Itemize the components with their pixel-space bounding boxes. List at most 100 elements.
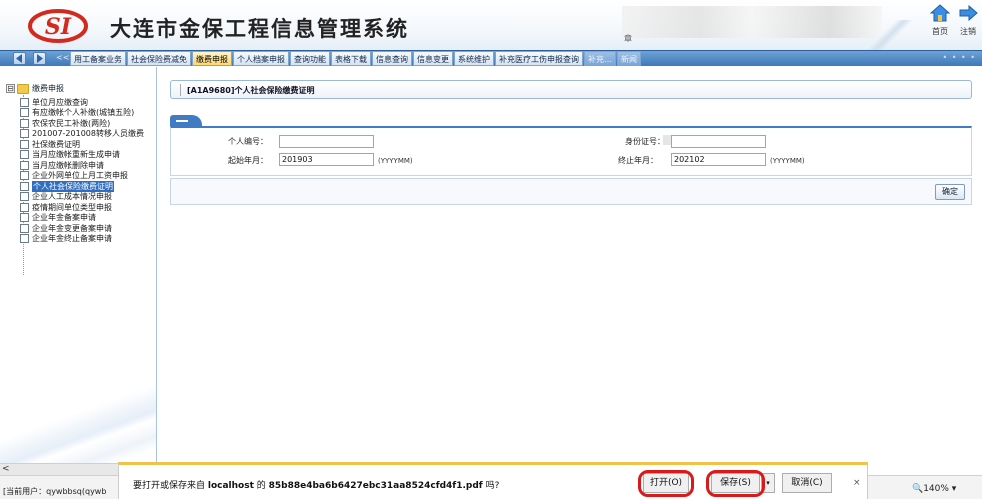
folder-icon: [17, 83, 29, 94]
sidebar-decoration: [0, 343, 156, 463]
start-month-format-hint: (YYYYMM): [378, 157, 413, 165]
nav-tab[interactable]: 社会保险费减免: [127, 51, 191, 66]
sidebar-tree-item-label: 企业年金备案申请: [32, 213, 96, 223]
form-panel-tab[interactable]: [170, 115, 202, 126]
sidebar-tree-item[interactable]: 201007-201008转移人员缴费: [20, 129, 156, 140]
cancel-button[interactable]: 取消(C): [782, 473, 832, 493]
sidebar-tree-item-label: 企业外网单位上月工资申报: [32, 171, 128, 181]
sidebar-tree-item-label: 农保农民工补缴(两险): [32, 118, 111, 128]
nav-tab[interactable]: 表格下载: [331, 51, 371, 66]
sidebar-tree-item-label: 201007-201008转移人员缴费: [32, 129, 144, 139]
header: SI 大连市金保工程信息管理系统 章 首页 注销: [0, 0, 982, 50]
document-icon: [20, 139, 29, 149]
download-message: 要打开或保存来自 localhost 的 85b88e4ba6b6427ebc3…: [133, 478, 499, 491]
personal-no-label: 个人编号：: [228, 137, 268, 146]
current-user-text: [当前用户：qywbbsq(qywb: [3, 487, 107, 496]
end-month-format-hint: (YYYYMM): [770, 157, 805, 165]
sidebar-tree-item[interactable]: 企业年金终止备案申请: [20, 234, 156, 245]
logout-button[interactable]: 注销: [954, 4, 982, 37]
nav-tab[interactable]: 个人档案申报: [233, 51, 289, 66]
close-icon[interactable]: ×: [853, 478, 861, 488]
sidebar-tree-item[interactable]: 当月应缴帐重新生成申请: [20, 150, 156, 161]
nav-tab[interactable]: 补充…: [584, 51, 616, 66]
start-month-input[interactable]: 201903: [279, 153, 374, 166]
download-notification-bar: 要打开或保存来自 localhost 的 85b88e4ba6b6427ebc3…: [118, 462, 868, 499]
nav-tab[interactable]: 系统维护: [454, 51, 494, 66]
logout-arrow-icon: [959, 4, 978, 22]
download-message-middle: 的: [253, 481, 269, 491]
sidebar-tree-item[interactable]: 有应缴帐个人补缴(城镇五险): [20, 108, 156, 119]
tree-root-node[interactable]: ⊟ 缴费申报: [6, 83, 64, 94]
title-divider: [180, 84, 181, 96]
arrow-left-icon: [16, 54, 22, 63]
nav-tab[interactable]: 补充医疗工伤申报查询: [495, 51, 583, 66]
collapse-toggle-icon[interactable]: ⊟: [6, 84, 15, 93]
main-content: [A1A9680]个人社会保险缴费证明 个人编号： 身份证号： 起始年月： 20…: [165, 67, 982, 463]
csi-logo: SI: [28, 9, 88, 43]
sidebar-tree-item-label: 企业人工成本情况申报: [32, 192, 112, 202]
document-icon: [20, 213, 29, 223]
nav-tab[interactable]: 信息查询: [372, 51, 412, 66]
document-icon: [20, 108, 29, 118]
sidebar-tree-item[interactable]: 企业年金备案申请: [20, 213, 156, 224]
document-icon: [20, 118, 29, 128]
sidebar-tree-item[interactable]: 疫情期间单位类型申报: [20, 202, 156, 213]
open-button[interactable]: 打开(O): [643, 473, 689, 493]
save-button[interactable]: 保存(S): [711, 473, 760, 493]
sidebar-tree-item[interactable]: 个人社会保险缴费证明: [20, 181, 156, 192]
document-icon: [20, 223, 29, 233]
button-bar: 确定: [170, 178, 972, 205]
sidebar-tree-item-label: 疫情期间单位类型申报: [32, 202, 112, 212]
sidebar-tree-item[interactable]: 社保缴费证明: [20, 139, 156, 150]
app-window: SI 大连市金保工程信息管理系统 章 首页 注销 <<| 用工备案业务 社会保险…: [0, 0, 982, 499]
sidebar-tree-item-label: 企业年金变更备案申请: [32, 223, 112, 233]
sidebar-tree-item-label: 个人社会保险缴费证明: [32, 181, 114, 192]
sidebar-tree-item[interactable]: 当月应缴帐删除申请: [20, 160, 156, 171]
sidebar-tree-item[interactable]: 农保农民工补缴(两险): [20, 118, 156, 129]
nav-tab[interactable]: 缴费申报: [192, 51, 232, 66]
sidebar-tree-item[interactable]: 企业年金变更备案申请: [20, 223, 156, 234]
document-icon: [20, 150, 29, 160]
svg-text:SI: SI: [45, 14, 72, 40]
sidebar-tree-item-label: 当月应缴帐重新生成申请: [32, 150, 120, 160]
personal-no-input[interactable]: [279, 135, 374, 148]
header-decoration: [860, 20, 920, 50]
nav-tab[interactable]: 用工备案业务: [70, 51, 126, 66]
end-month-input[interactable]: 202102: [671, 153, 766, 166]
sidebar-tree-item[interactable]: 单位月应缴查询: [20, 97, 156, 108]
nav-back-button[interactable]: [13, 52, 26, 65]
document-icon: [20, 160, 29, 170]
download-host: localhost: [207, 481, 254, 491]
nav-tab[interactable]: 查询功能: [290, 51, 330, 66]
blurred-text: 章: [624, 34, 632, 43]
arrow-right-icon: [37, 54, 43, 63]
id-no-input[interactable]: [671, 135, 766, 148]
id-no-label: 身份证号：: [625, 137, 665, 146]
document-icon: [20, 234, 29, 244]
home-button[interactable]: 首页: [926, 4, 954, 37]
tree-root-label: 缴费申报: [32, 84, 64, 93]
sidebar-tree-item[interactable]: 企业人工成本情况申报: [20, 192, 156, 203]
document-icon: [20, 171, 29, 181]
document-icon: [20, 192, 29, 202]
nav-tabs: 用工备案业务 社会保险费减免 缴费申报 个人档案申报 查询功能 表格下载 信息查询 信息变更系…: [70, 51, 642, 66]
blurred-banner: [622, 6, 882, 38]
app-title: 大连市金保工程信息管理系统: [110, 17, 409, 41]
nav-forward-button[interactable]: [33, 52, 46, 65]
nav-tab[interactable]: 新闻: [617, 51, 641, 66]
sidebar-tree-item-label: 企业年金终止备案申请: [32, 234, 112, 244]
zoom-control[interactable]: 🔍140% ▾: [912, 484, 956, 494]
end-month-label: 终止年月：: [618, 156, 658, 165]
sidebar-tree-item[interactable]: 企业外网单位上月工资申报: [20, 171, 156, 182]
confirm-button[interactable]: 确定: [935, 184, 965, 200]
page-title-bar: [A1A9680]个人社会保险缴费证明: [170, 80, 972, 99]
save-options-dropdown[interactable]: ▾: [761, 473, 775, 493]
download-message-suffix: 吗?: [482, 481, 500, 491]
home-label: 首页: [932, 27, 948, 36]
scroll-left-arrow-icon[interactable]: <: [2, 464, 10, 474]
page-title: [A1A9680]个人社会保险缴费证明: [187, 86, 315, 95]
nav-tab[interactable]: 信息变更: [413, 51, 453, 66]
sidebar-tree-item-label: 有应缴帐个人补缴(城镇五险): [32, 108, 135, 118]
tree-items: 单位月应缴查询 有应缴帐个人补缴(城镇五险) 农保农民工补缴(两险) 201007-2…: [20, 97, 156, 244]
start-month-label: 起始年月：: [228, 156, 268, 165]
